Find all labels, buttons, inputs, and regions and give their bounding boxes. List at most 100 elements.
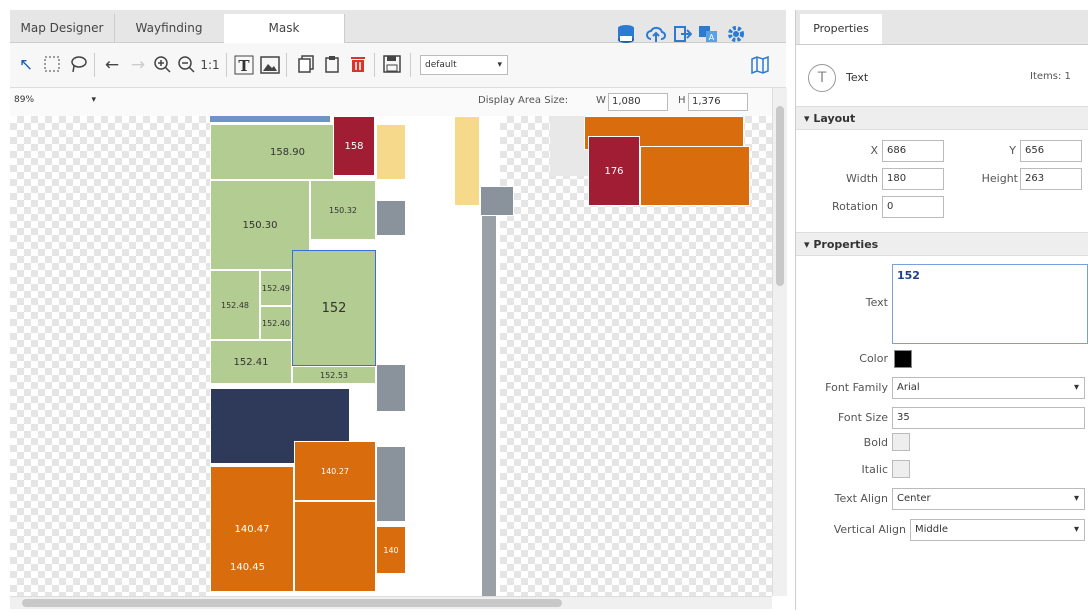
rotation-label: Rotation: [831, 200, 878, 213]
text-align-select[interactable]: Center ▾: [892, 488, 1085, 510]
room-140[interactable]: 140: [376, 526, 406, 574]
toolbar-separator: [374, 53, 375, 77]
undo-icon[interactable]: ←: [102, 55, 122, 75]
room-152-40[interactable]: 152.40: [260, 306, 292, 340]
font-family-select[interactable]: Arial ▾: [892, 377, 1085, 399]
room-158[interactable]: 158: [333, 116, 375, 176]
layout-section-header[interactable]: ▾ Layout: [796, 106, 1088, 130]
bold-label: Bold: [863, 436, 888, 449]
style-select-value: default: [425, 60, 457, 70]
lasso-icon[interactable]: [68, 55, 88, 75]
chevron-down-icon: ▾: [1073, 493, 1079, 504]
zoom-out-icon[interactable]: [176, 55, 196, 75]
translate-icon[interactable]: A: [698, 24, 718, 44]
save-icon[interactable]: [382, 55, 402, 75]
room-140-27[interactable]: 140.27: [294, 441, 376, 501]
color-label: Color: [859, 352, 888, 365]
properties-header-label: Properties: [813, 238, 879, 251]
room-152-48[interactable]: 152.48: [210, 270, 260, 340]
database-icon[interactable]: [616, 24, 636, 44]
gear-icon[interactable]: [726, 24, 746, 44]
vertical-scrollbar[interactable]: [772, 88, 787, 596]
image-tool-icon[interactable]: [260, 55, 280, 75]
view-options-bar: 89% ▾ Display Area Size: W 1,080 H 1,376: [10, 88, 786, 117]
room-152-49[interactable]: 152.49: [260, 270, 292, 306]
display-area-label: Display Area Size:: [478, 95, 569, 106]
font-family-label: Font Family: [825, 381, 888, 394]
actual-size-icon[interactable]: 1:1: [200, 55, 220, 75]
chevron-down-icon: ▾: [91, 95, 96, 105]
toolbar-separator: [94, 53, 95, 77]
text-align-value: Center: [897, 493, 931, 504]
tab-properties[interactable]: Properties: [800, 14, 882, 44]
color-swatch[interactable]: [894, 350, 912, 368]
svg-text:A: A: [709, 33, 715, 42]
toolbar-separator: [226, 53, 227, 77]
properties-section-header[interactable]: ▾ Properties: [796, 232, 1088, 256]
map-canvas[interactable]: 158.90 158 150.30 150.32 152.48 152.49 1…: [10, 116, 772, 596]
room-152-53[interactable]: 152.53: [292, 366, 376, 384]
room-150-32[interactable]: 150.32: [310, 180, 376, 240]
tab-wayfinding[interactable]: Wayfinding: [114, 14, 225, 42]
chevron-down-icon: ▾: [1073, 524, 1079, 535]
style-select[interactable]: default ▾: [420, 55, 508, 75]
stair-block: [376, 124, 406, 180]
service-room: [376, 446, 406, 522]
toolbar: ↖ ← → 1:1 T default ▾: [10, 43, 786, 88]
bold-checkbox[interactable]: [892, 433, 910, 451]
text-tool-icon[interactable]: T: [234, 55, 254, 75]
room-152-41[interactable]: 152.41: [210, 340, 292, 384]
element-type-label: Text: [846, 71, 869, 84]
panel-tabbar: Properties: [796, 10, 1088, 45]
vertical-align-select[interactable]: Middle ▾: [910, 519, 1085, 541]
horizontal-scroll-thumb[interactable]: [22, 599, 562, 607]
room-176[interactable]: 176: [588, 136, 640, 206]
collapse-icon: ▾: [804, 238, 814, 251]
rotation-input[interactable]: 0: [882, 196, 944, 218]
map-book-icon[interactable]: [750, 55, 770, 75]
text-align-label: Text Align: [834, 492, 888, 505]
height-label: H: [678, 95, 686, 106]
room-158-90[interactable]: 158.90: [210, 124, 334, 180]
horizontal-scrollbar[interactable]: [10, 596, 772, 609]
pointer-add-icon[interactable]: ↖: [16, 55, 36, 75]
redo-icon[interactable]: →: [128, 55, 148, 75]
text-type-icon: T: [808, 64, 836, 92]
text-content-input[interactable]: 152: [892, 264, 1088, 344]
export-icon[interactable]: [672, 24, 692, 44]
width-input[interactable]: 180: [882, 168, 944, 190]
width-label: W: [596, 95, 606, 106]
width-label: Width: [846, 172, 878, 185]
vertical-scroll-thumb[interactable]: [776, 106, 784, 286]
upload-cloud-icon[interactable]: [646, 24, 666, 44]
zoom-in-icon[interactable]: [152, 55, 172, 75]
layout-header-label: Layout: [813, 112, 856, 125]
zoom-select-value: 89%: [14, 95, 35, 105]
font-size-label: Font Size: [837, 411, 888, 424]
tab-mask[interactable]: Mask: [224, 14, 345, 43]
room-140-47[interactable]: 140.47: [210, 466, 294, 592]
display-height-input[interactable]: 1,376: [688, 93, 748, 111]
font-size-input[interactable]: 35: [892, 407, 1085, 429]
paste-icon[interactable]: [322, 55, 342, 75]
toolbar-separator: [286, 53, 287, 77]
collapse-icon: ▾: [804, 112, 814, 125]
y-input[interactable]: 656: [1020, 140, 1082, 162]
orange-office-block: [640, 146, 750, 206]
copy-icon[interactable]: [296, 55, 316, 75]
selection-box[interactable]: [292, 250, 376, 366]
chevron-down-icon: ▾: [497, 60, 502, 70]
italic-checkbox[interactable]: [892, 460, 910, 478]
delete-icon[interactable]: [348, 55, 368, 75]
vertical-align-label: Vertical Align: [833, 523, 906, 536]
zoom-select[interactable]: 89% ▾: [10, 92, 100, 110]
service-room: [480, 186, 514, 216]
height-input[interactable]: 263: [1020, 168, 1082, 190]
x-input[interactable]: 686: [882, 140, 944, 162]
vertical-align-value: Middle: [915, 524, 949, 535]
marquee-select-icon[interactable]: [42, 55, 62, 75]
display-width-input[interactable]: 1,080: [608, 93, 668, 111]
tab-bar: Map Designer Wayfinding Mask A: [10, 10, 786, 43]
tab-map-designer[interactable]: Map Designer: [10, 14, 115, 42]
properties-panel: Properties T Text Items: 1 ▾ Layout X 68…: [795, 10, 1088, 610]
